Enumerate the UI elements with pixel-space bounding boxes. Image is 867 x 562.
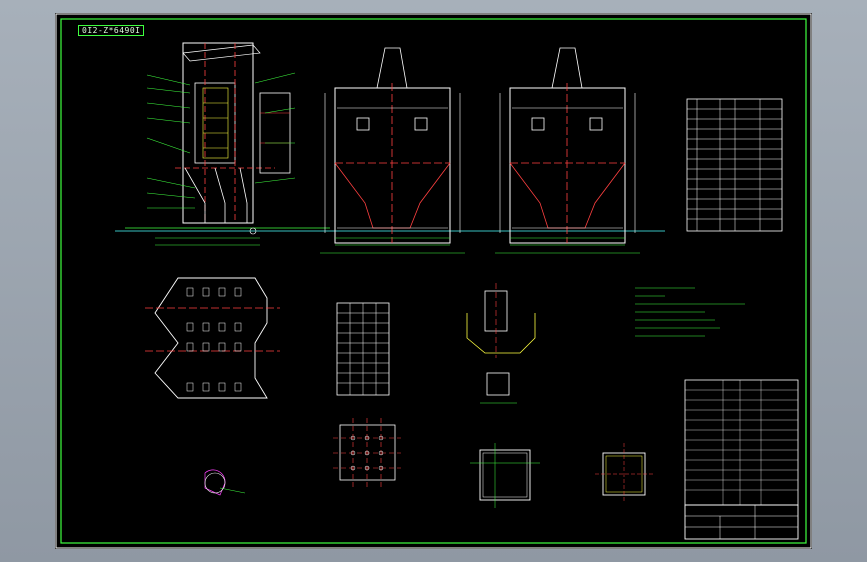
bill-of-materials	[684, 379, 799, 506]
parts-list-table	[686, 98, 783, 232]
section-detail	[466, 283, 536, 404]
technical-notes	[635, 287, 745, 337]
small-circle-detail	[204, 469, 246, 496]
sheet-border-inner	[60, 18, 807, 544]
foundation-table	[336, 302, 390, 396]
title-block	[684, 504, 799, 540]
front-elevation-view-2	[495, 47, 640, 254]
side-elevation-view	[115, 42, 665, 246]
base-plate-detail-2	[595, 443, 653, 503]
drawing-sheet: 0I2-Z*6490I	[55, 13, 812, 549]
front-elevation-view-1	[320, 47, 465, 254]
plan-view	[145, 277, 280, 399]
base-plate-detail-1	[470, 443, 540, 508]
cad-drawing	[55, 13, 812, 549]
drawing-tag: 0I2-Z*6490I	[78, 25, 145, 36]
sheet-border-outer	[55, 13, 812, 549]
anchor-bolt-plan	[333, 418, 401, 488]
cad-viewport[interactable]: 0I2-Z*6490I	[0, 0, 867, 562]
